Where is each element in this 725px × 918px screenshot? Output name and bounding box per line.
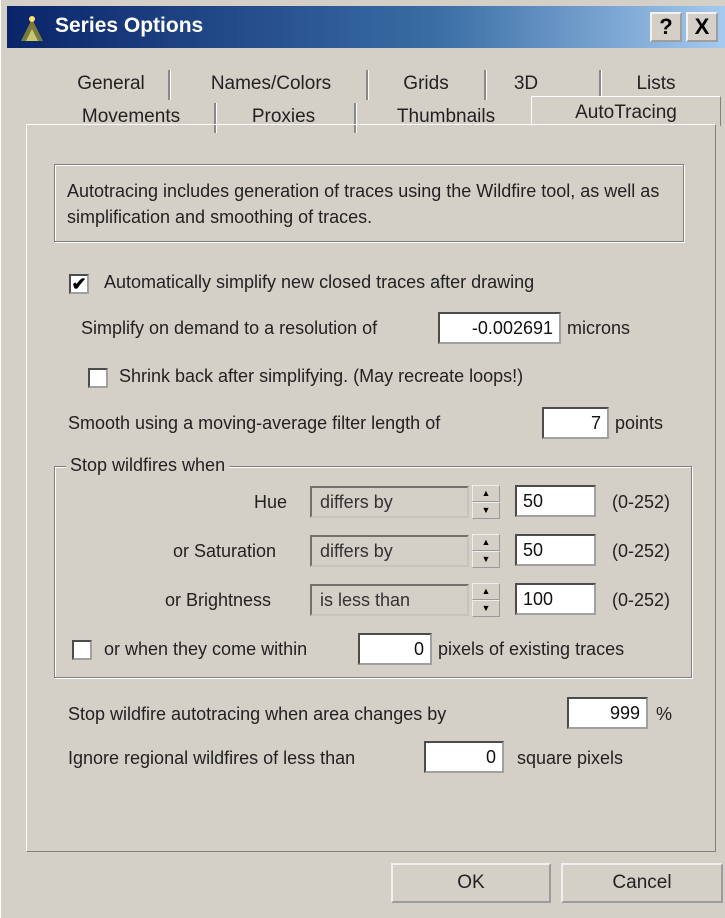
saturation-label: or Saturation: [173, 541, 277, 561]
title-bar[interactable]: Series Options ? X: [7, 6, 725, 48]
brightness-label: or Brightness: [165, 590, 272, 610]
auto-simplify-checkbox[interactable]: ✔: [69, 274, 89, 294]
saturation-range: (0-252): [612, 541, 671, 561]
brightness-range: (0-252): [612, 590, 671, 610]
smooth-length-input[interactable]: 7: [542, 407, 609, 439]
saturation-spinner[interactable]: ▲ ▼: [472, 534, 500, 568]
hue-condition-select[interactable]: differs by: [310, 486, 469, 518]
spin-down-icon[interactable]: ▼: [472, 502, 500, 519]
window-title: Series Options: [55, 14, 204, 37]
simplify-resolution-input[interactable]: -0.002691: [438, 312, 561, 344]
tab-grids[interactable]: Grids: [381, 73, 471, 95]
spin-up-icon[interactable]: ▲: [472, 485, 500, 502]
tab-divider: [366, 70, 369, 100]
autotrace-label: Stop wildfire autotracing when area chan…: [68, 704, 447, 724]
series-options-dialog: Series Options ? X General Names/Colors …: [0, 0, 725, 918]
saturation-value-input[interactable]: 50: [515, 534, 596, 566]
spin-up-icon[interactable]: ▲: [472, 534, 500, 551]
info-text: Autotracing includes generation of trace…: [67, 181, 660, 227]
spin-down-icon[interactable]: ▼: [472, 551, 500, 568]
ignore-label: Ignore regional wildfires of less than: [68, 748, 356, 768]
tab-autotracing[interactable]: AutoTracing: [531, 96, 721, 126]
within-pixels-input[interactable]: 0: [358, 633, 432, 665]
area-change-input[interactable]: 999: [567, 697, 648, 729]
tab-lists[interactable]: Lists: [616, 73, 696, 95]
shrink-back-label: Shrink back after simplifying. (May recr…: [119, 366, 524, 386]
ignore-unit: square pixels: [517, 748, 624, 768]
tab-general[interactable]: General: [56, 73, 166, 95]
within-checkbox[interactable]: [72, 640, 92, 660]
hue-spinner[interactable]: ▲ ▼: [472, 485, 500, 519]
stop-wildfires-title: Stop wildfires when: [66, 455, 230, 476]
help-button[interactable]: ?: [650, 12, 682, 42]
brightness-value-input[interactable]: 100: [515, 583, 596, 615]
shrink-back-checkbox[interactable]: [88, 368, 108, 388]
within-label: or when they come within: [104, 639, 308, 659]
spin-down-icon[interactable]: ▼: [472, 600, 500, 617]
tab-3d[interactable]: 3D: [496, 73, 556, 95]
smooth-unit: points: [615, 413, 664, 433]
app-icon: [21, 16, 43, 41]
ok-button[interactable]: OK: [391, 863, 551, 903]
smooth-label: Smooth using a moving-average filter len…: [68, 413, 441, 433]
ignore-pixels-input[interactable]: 0: [424, 741, 504, 773]
brightness-condition-select[interactable]: is less than: [310, 584, 469, 616]
simplify-label: Simplify on demand to a resolution of: [81, 318, 378, 338]
hue-label: Hue: [254, 492, 288, 512]
simplify-unit: microns: [567, 318, 631, 338]
saturation-condition-select[interactable]: differs by: [310, 535, 469, 567]
brightness-spinner[interactable]: ▲ ▼: [472, 583, 500, 617]
spin-up-icon[interactable]: ▲: [472, 583, 500, 600]
area-change-unit: %: [656, 704, 673, 724]
info-box: Autotracing includes generation of trace…: [54, 164, 684, 242]
tab-names-colors[interactable]: Names/Colors: [186, 73, 356, 95]
close-button[interactable]: X: [686, 12, 718, 42]
hue-value-input[interactable]: 50: [515, 485, 596, 517]
hue-range: (0-252): [612, 492, 671, 512]
auto-simplify-label: Automatically simplify new closed traces…: [104, 272, 535, 292]
cancel-button[interactable]: Cancel: [561, 863, 723, 903]
tab-divider: [168, 70, 171, 100]
within-unit: pixels of existing traces: [438, 639, 625, 659]
tab-divider: [484, 70, 487, 100]
